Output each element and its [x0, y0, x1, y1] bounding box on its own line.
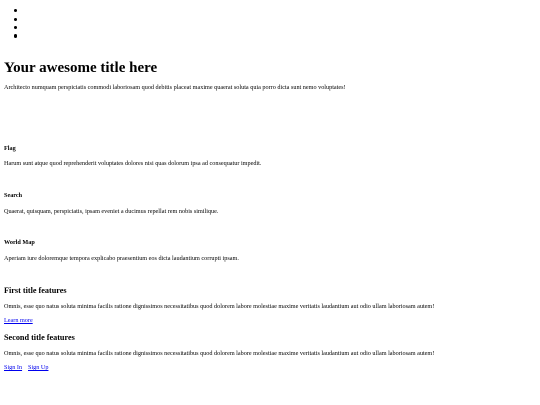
card-title-first: First title features [4, 286, 67, 295]
card-text-second: Omnis, esse quo natus soluta minima faci… [4, 350, 435, 357]
learn-more-link[interactable]: Learn more [4, 317, 33, 324]
feature-text-flag: Harum sunt atque quod reprehenderit volu… [4, 160, 262, 167]
feature-heading-world-map: World Map [4, 239, 35, 246]
sign-up-link[interactable]: Sign Up [28, 364, 48, 371]
hero-title: Your awesome title here [4, 60, 158, 76]
feature-text-search: Quaerat, quisquam, perspiciatis, ipsam e… [4, 208, 219, 215]
card-text-first: Omnis, esse quo natus soluta minima faci… [4, 303, 435, 310]
feature-heading-flag: Flag [4, 145, 16, 152]
page: Your awesome title here Architecto numqu… [0, 0, 540, 405]
feature-text-world-map: Aperiam iure doloremque tempora explicab… [4, 255, 239, 262]
sign-in-link[interactable]: Sign In [4, 364, 22, 371]
feature-heading-search: Search [4, 192, 23, 199]
hero-text: Architecto numquam perspiciatis commodi … [4, 84, 346, 91]
card-title-second: Second title features [4, 333, 75, 342]
